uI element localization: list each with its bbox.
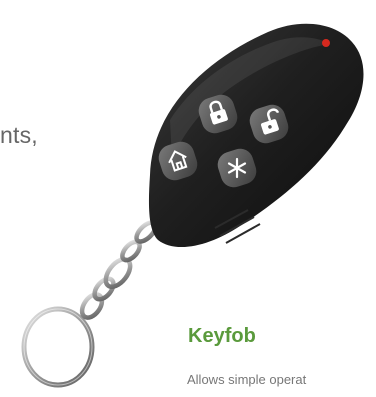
led-indicator xyxy=(322,39,330,47)
product-description: Allows simple operat xyxy=(187,372,307,387)
key-chain xyxy=(79,220,158,320)
key-ring xyxy=(21,306,95,388)
product-title: Keyfob xyxy=(188,325,256,347)
